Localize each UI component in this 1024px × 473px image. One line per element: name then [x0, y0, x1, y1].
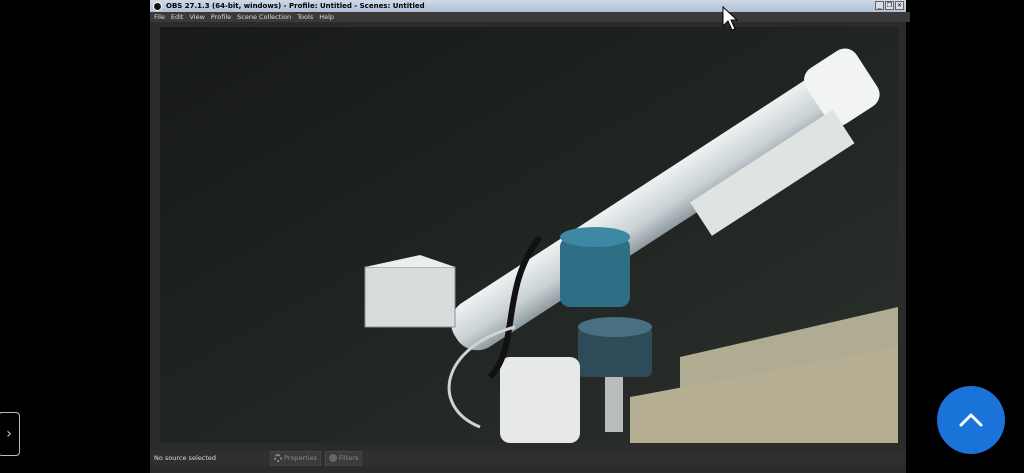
filters-label: Filters — [338, 454, 359, 462]
restore-button[interactable]: ❐ — [885, 1, 894, 10]
window-controls: _ ❐ ✕ — [875, 1, 904, 10]
filters-button[interactable]: Filters — [324, 450, 363, 466]
properties-button[interactable]: Properties — [270, 450, 321, 466]
telescope-camera-feed — [160, 27, 898, 443]
menu-tools[interactable]: Tools — [297, 13, 313, 21]
mouse-cursor-icon — [722, 6, 738, 31]
menu-bar: File Edit View Profile Scene Collection … — [150, 12, 910, 22]
chevron-right-icon: › — [6, 426, 12, 442]
properties-label: Properties — [284, 454, 317, 462]
sources-toolbar: No source selected Properties Filters — [150, 450, 906, 466]
chevron-up-icon — [959, 413, 983, 427]
source-status: No source selected — [154, 454, 216, 462]
obs-logo-icon — [153, 1, 162, 11]
close-button[interactable]: ✕ — [895, 1, 904, 10]
filter-icon — [328, 454, 337, 462]
expand-side-button[interactable]: › — [0, 412, 20, 456]
video-preview[interactable] — [160, 27, 898, 443]
menu-profile[interactable]: Profile — [211, 13, 231, 21]
menu-view[interactable]: View — [189, 13, 204, 21]
menu-edit[interactable]: Edit — [171, 13, 184, 21]
obs-window: OBS 27.1.3 (64-bit, windows) - Profile: … — [150, 0, 910, 473]
gear-icon — [274, 454, 282, 462]
minimize-button[interactable]: _ — [875, 1, 884, 10]
menu-scene-collection[interactable]: Scene Collection — [237, 13, 291, 21]
title-bar: OBS 27.1.3 (64-bit, windows) - Profile: … — [150, 0, 906, 12]
window-title: OBS 27.1.3 (64-bit, windows) - Profile: … — [166, 2, 425, 10]
scroll-up-button[interactable] — [937, 386, 1005, 454]
menu-file[interactable]: File — [154, 13, 165, 21]
menu-help[interactable]: Help — [319, 13, 334, 21]
